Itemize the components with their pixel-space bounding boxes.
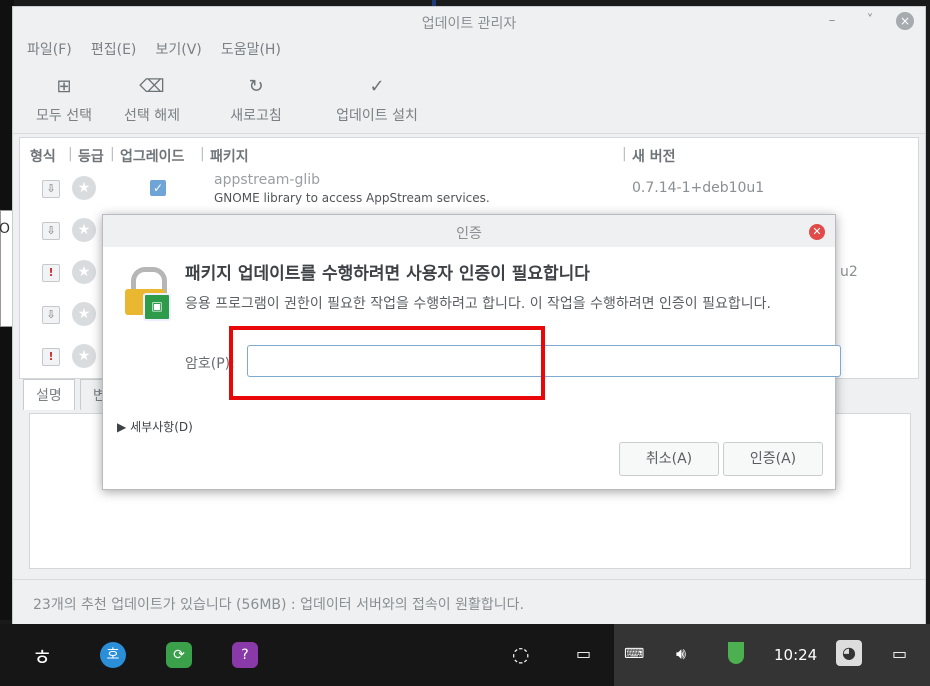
help-app-icon[interactable]: ? bbox=[232, 642, 258, 668]
select-all-icon: ⊞ bbox=[56, 76, 72, 97]
keyboard-icon[interactable]: ⌨ bbox=[624, 646, 644, 662]
package-type-icon: ⇩ bbox=[42, 306, 60, 324]
star-icon: ★ bbox=[72, 218, 96, 242]
window-title: 업데이트 관리자 bbox=[421, 16, 517, 32]
expand-arrow-icon: ▶ bbox=[117, 420, 127, 434]
lock-icon: ▣ bbox=[125, 267, 171, 321]
system-tray: ⌨ 🔊︎ 10:24 ◕ ▭ bbox=[614, 624, 930, 686]
clock[interactable]: 10:24 bbox=[774, 646, 817, 664]
status-bar: 23개의 추천 업데이트가 있습니다 (56MB) : 업데이터 서버와의 접속… bbox=[13, 579, 925, 624]
start-menu-icon[interactable]: ㅎ bbox=[32, 640, 52, 672]
star-icon: ★ bbox=[72, 260, 96, 284]
column-type[interactable]: 형식 bbox=[30, 146, 56, 166]
deselect-label: 선택 해제 bbox=[124, 108, 180, 124]
menu-file[interactable]: 파일(F) bbox=[27, 39, 72, 59]
column-separator: | bbox=[622, 146, 627, 162]
column-separator: | bbox=[200, 146, 205, 162]
status-text: 23개의 추천 업데이트가 있습니다 (56MB) : 업데이터 서버와의 접속… bbox=[33, 597, 524, 613]
select-all-label: 모두 선택 bbox=[36, 108, 92, 124]
menu-view[interactable]: 보기(V) bbox=[155, 39, 201, 59]
update-shield-icon[interactable] bbox=[728, 642, 744, 664]
close-button[interactable]: × bbox=[896, 12, 914, 30]
clear-selection-icon: ⌫ bbox=[139, 76, 165, 97]
security-type-icon: ! bbox=[42, 264, 60, 282]
dialog-close-button[interactable]: ✕ bbox=[809, 224, 825, 240]
highlight-annotation-box bbox=[229, 326, 545, 400]
package-version: u2 bbox=[840, 264, 858, 280]
window-titlebar[interactable]: 업데이트 관리자 – ˅ × bbox=[13, 7, 925, 37]
refresh-icon: ↻ bbox=[248, 76, 264, 97]
checkmark-icon: ✓ bbox=[369, 76, 385, 97]
hamonikr-app-icon[interactable]: 호 bbox=[100, 642, 126, 668]
password-label: 암호(P): bbox=[185, 356, 235, 372]
deselect-button[interactable]: ⌫ 선택 해제 bbox=[117, 73, 187, 125]
taskbar: ㅎ 호 ⟳ ? ◌ ▭ ⌨ 🔊︎ 10:24 ◕ ▭ bbox=[0, 624, 930, 686]
package-name: appstream-glib bbox=[214, 172, 321, 188]
dialog-title: 인증 bbox=[456, 226, 482, 242]
user-avatar[interactable]: ◕ bbox=[836, 640, 862, 666]
security-type-icon: ! bbox=[42, 348, 60, 366]
dialog-titlebar[interactable]: 인증 ✕ bbox=[103, 215, 835, 247]
star-icon: ★ bbox=[72, 176, 96, 200]
column-package[interactable]: 패키지 bbox=[210, 146, 249, 166]
dialog-heading: 패키지 업데이트를 수행하려면 사용자 인증이 필요합니다 bbox=[185, 264, 590, 284]
details-label: 세부사항(D) bbox=[130, 420, 193, 434]
tab-description[interactable]: 설명 bbox=[23, 379, 75, 410]
details-expander[interactable]: ▶ 세부사항(D) bbox=[117, 418, 193, 435]
show-desktop-icon[interactable]: ▭ bbox=[576, 644, 591, 663]
star-icon: ★ bbox=[72, 302, 96, 326]
toolbar: ⊞ 모두 선택 ⌫ 선택 해제 ↻ 새로고침 ✓ 업데이트 설치 bbox=[13, 67, 925, 134]
column-level[interactable]: 등급 bbox=[78, 146, 104, 166]
maximize-button[interactable]: ˅ bbox=[861, 12, 879, 30]
column-new-version[interactable]: 새 버전 bbox=[632, 146, 676, 166]
refresh-label: 새로고침 bbox=[230, 108, 282, 124]
authenticate-button[interactable]: 인증(A) bbox=[723, 442, 823, 476]
select-all-button[interactable]: ⊞ 모두 선택 bbox=[29, 73, 99, 125]
package-description: GNOME library to access AppStream servic… bbox=[214, 191, 490, 205]
package-type-icon: ⇩ bbox=[42, 180, 60, 198]
notification-panel-icon[interactable]: ▭ bbox=[892, 644, 907, 663]
column-separator: | bbox=[110, 146, 115, 162]
column-separator: | bbox=[68, 146, 73, 162]
update-manager-app-icon[interactable]: ⟳ bbox=[166, 642, 192, 668]
background-window-text: O bbox=[0, 221, 11, 237]
package-type-icon: ⇩ bbox=[42, 222, 60, 240]
install-updates-label: 업데이트 설치 bbox=[336, 108, 418, 124]
shield-badge-icon: ▣ bbox=[143, 293, 171, 321]
menu-help[interactable]: 도움말(H) bbox=[221, 39, 281, 59]
cancel-button[interactable]: 취소(A) bbox=[619, 442, 719, 476]
star-icon: ★ bbox=[72, 344, 96, 368]
refresh-button[interactable]: ↻ 새로고침 bbox=[221, 73, 291, 125]
sync-icon[interactable]: ◌ bbox=[512, 642, 529, 666]
menu-bar: 파일(F) 편집(E) 보기(V) 도움말(H) bbox=[13, 39, 281, 63]
column-upgrade[interactable]: 업그레이드 bbox=[120, 146, 184, 166]
minimize-button[interactable]: – bbox=[823, 12, 841, 30]
menu-edit[interactable]: 편집(E) bbox=[91, 39, 137, 59]
dialog-message: 응용 프로그램이 권한이 필요한 작업을 수행하려고 합니다. 이 작업을 수행… bbox=[185, 296, 771, 312]
install-updates-button[interactable]: ✓ 업데이트 설치 bbox=[329, 73, 425, 125]
package-version: 0.7.14-1+deb10u1 bbox=[632, 180, 765, 196]
upgrade-checkbox[interactable]: ✓ bbox=[150, 180, 166, 196]
table-row[interactable]: ⇩ ★ ✓ appstream-glib GNOME library to ac… bbox=[20, 172, 918, 216]
volume-icon[interactable]: 🔊︎ bbox=[676, 644, 686, 664]
